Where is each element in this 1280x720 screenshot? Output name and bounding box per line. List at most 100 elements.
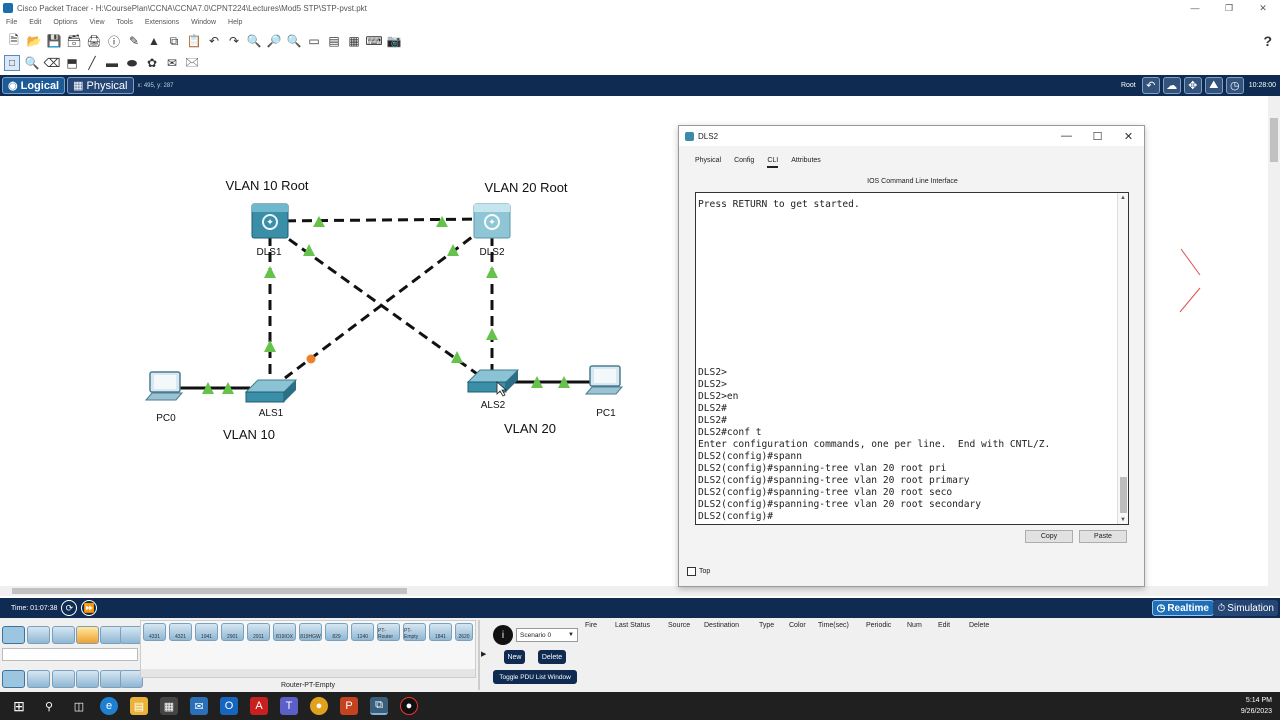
network-info-icon[interactable]: ▲ xyxy=(146,33,162,49)
checkbox-icon[interactable] xyxy=(687,567,696,576)
cluster-icon[interactable]: ☁ xyxy=(1162,77,1181,94)
menu-tools[interactable]: Tools xyxy=(117,19,133,26)
scenario-info-icon[interactable]: i xyxy=(493,625,513,645)
router-model-pt-empty[interactable]: PT-Empty xyxy=(403,623,426,641)
expand-arrow-icon[interactable]: ▶ xyxy=(481,650,486,658)
router-model-2911[interactable]: 2911 xyxy=(247,623,270,641)
cli-output[interactable]: Press RETURN to get started. DLS2> DLS2>… xyxy=(698,199,1050,523)
info-icon[interactable]: ⓘ xyxy=(106,33,122,49)
dialog-minimize-icon[interactable]: — xyxy=(1051,126,1082,146)
simulation-mode-button[interactable]: ⏱ Simulation xyxy=(1213,600,1278,616)
menu-view[interactable]: View xyxy=(89,19,104,26)
end-devices-icon[interactable] xyxy=(27,626,50,644)
dls2-device[interactable]: ✦ xyxy=(473,203,511,239)
new-file-icon[interactable]: 🗎 xyxy=(6,33,22,49)
menu-help[interactable]: Help xyxy=(228,19,242,26)
menu-edit[interactable]: Edit xyxy=(29,19,41,26)
freeform-tool-icon[interactable]: ✿ xyxy=(144,55,160,71)
paste-button[interactable]: Paste xyxy=(1079,530,1127,543)
power-cycle-icon[interactable]: ⟳ xyxy=(61,600,78,616)
acrobat-icon[interactable]: A xyxy=(250,697,268,715)
move-object-icon[interactable]: ✥ xyxy=(1183,77,1202,94)
workspace-vertical-scrollbar[interactable] xyxy=(1268,96,1280,596)
toggle-pdu-list-button[interactable]: Toggle PDU List Window xyxy=(493,670,577,684)
switches-icon[interactable] xyxy=(27,670,50,688)
scroll-down-icon[interactable]: ▼ xyxy=(1120,517,1126,523)
cli-console[interactable]: Press RETURN to get started. DLS2> DLS2>… xyxy=(695,192,1129,525)
mail-icon[interactable]: ✉ xyxy=(190,697,208,715)
physical-tab[interactable]: ▦ Physical xyxy=(67,77,134,94)
line-tool-icon[interactable]: ╱ xyxy=(84,55,100,71)
viewport-icon[interactable]: ◷ xyxy=(1225,77,1244,94)
router-model-4321[interactable]: 4321 xyxy=(169,623,192,641)
router-model-4331[interactable]: 4331 xyxy=(143,623,166,641)
logical-tab[interactable]: ◉ Logical xyxy=(2,77,66,94)
windows-start-icon[interactable]: ⊞ xyxy=(10,697,28,715)
outlook-icon[interactable]: O xyxy=(220,697,238,715)
back-icon[interactable]: ↶ xyxy=(1141,77,1160,94)
close-icon[interactable]: ✕ xyxy=(1246,0,1280,16)
realtime-mode-button[interactable]: ◷ Realtime xyxy=(1151,600,1214,616)
hubs-icon[interactable] xyxy=(52,670,75,688)
recorder-icon[interactable]: ● xyxy=(400,697,418,715)
fast-forward-icon[interactable]: ⏩ xyxy=(81,600,98,616)
top-checkbox[interactable]: Top xyxy=(687,567,710,576)
teams-icon[interactable]: T xyxy=(280,697,298,715)
undo-icon[interactable]: ↶ xyxy=(206,33,222,49)
workspace-horizontal-scrollbar[interactable] xyxy=(0,586,1268,596)
edge-icon[interactable]: e xyxy=(100,697,118,715)
tab-physical[interactable]: Physical xyxy=(695,157,721,168)
tab-attributes[interactable]: Attributes xyxy=(791,157,821,168)
delete-tool-icon[interactable]: ⌫ xyxy=(44,55,61,71)
set-background-icon[interactable]: ⛰ xyxy=(1204,77,1223,94)
cli-scrollbar[interactable]: ▲ ▼ xyxy=(1117,193,1128,524)
powerpoint-icon[interactable]: P xyxy=(340,697,358,715)
tab-config[interactable]: Config xyxy=(734,157,754,168)
dls1-device[interactable]: ✦ xyxy=(251,203,289,239)
activity-wizard-icon[interactable]: ✎ xyxy=(126,33,142,49)
help-icon[interactable]: ? xyxy=(1263,33,1272,49)
save-as-icon[interactable]: 🗃 xyxy=(66,33,82,49)
packet-tracer-taskbar-icon[interactable]: ⧉ xyxy=(370,697,388,715)
resize-tool-icon[interactable]: ⬒ xyxy=(64,55,80,71)
simple-pdu-icon[interactable]: ✉ xyxy=(164,55,180,71)
keyboard-icon[interactable]: ⌨ xyxy=(365,33,382,49)
dialog-title-bar[interactable]: DLS2 — ☐ ✕ xyxy=(679,126,1144,146)
paste-icon[interactable]: 📋 xyxy=(186,33,202,49)
scenario-select[interactable]: Scenario 0 ▼ xyxy=(516,628,578,642)
scroll-up-icon[interactable]: ▲ xyxy=(1120,195,1126,201)
router-model-819iox[interactable]: 819IOX xyxy=(273,623,296,641)
dialog-maximize-icon[interactable]: ☐ xyxy=(1082,126,1113,146)
minimize-icon[interactable]: — xyxy=(1178,0,1212,16)
link-dls1-dls2[interactable] xyxy=(269,217,493,223)
search-icon[interactable]: ⚲ xyxy=(40,697,58,715)
zoom-reset-icon[interactable]: 🔎 xyxy=(266,33,282,49)
components-icon[interactable] xyxy=(52,626,75,644)
chrome-icon[interactable]: ● xyxy=(310,697,328,715)
cli-scroll-thumb[interactable] xyxy=(1120,477,1127,513)
complex-pdu-icon[interactable]: 🖂 xyxy=(184,55,200,71)
tab-cli[interactable]: CLI xyxy=(767,157,779,168)
routers-icon[interactable] xyxy=(2,670,25,688)
copy-icon[interactable]: ⧉ xyxy=(166,33,182,49)
menu-options[interactable]: Options xyxy=(53,19,77,26)
router-model-829[interactable]: 829 xyxy=(325,623,348,641)
print-icon[interactable]: 🖨 xyxy=(86,33,102,49)
new-scenario-button[interactable]: New xyxy=(504,650,525,664)
inspect-tool-icon[interactable]: 🔍 xyxy=(24,55,40,71)
router-model-819hgw[interactable]: 819HGW xyxy=(299,623,322,641)
drawing-palette-icon[interactable]: ▭ xyxy=(306,33,322,49)
pc0-device[interactable] xyxy=(144,371,184,401)
redo-icon[interactable]: ↷ xyxy=(226,33,242,49)
network-devices-icon[interactable] xyxy=(2,626,25,644)
model-list-scrollbar[interactable] xyxy=(141,669,475,677)
wireless-icon[interactable] xyxy=(76,670,99,688)
router-model-1240[interactable]: 1240 xyxy=(351,623,374,641)
delete-scenario-button[interactable]: Delete xyxy=(538,650,566,664)
iot-icon[interactable]: ▦ xyxy=(346,33,362,49)
screenshot-icon[interactable]: 📷 xyxy=(386,33,402,49)
store-icon[interactable]: ▦ xyxy=(160,697,178,715)
vertical-scroll-thumb[interactable] xyxy=(1270,118,1278,162)
save-icon[interactable]: 💾 xyxy=(46,33,62,49)
ellipse-tool-icon[interactable]: ⬬ xyxy=(124,55,140,71)
